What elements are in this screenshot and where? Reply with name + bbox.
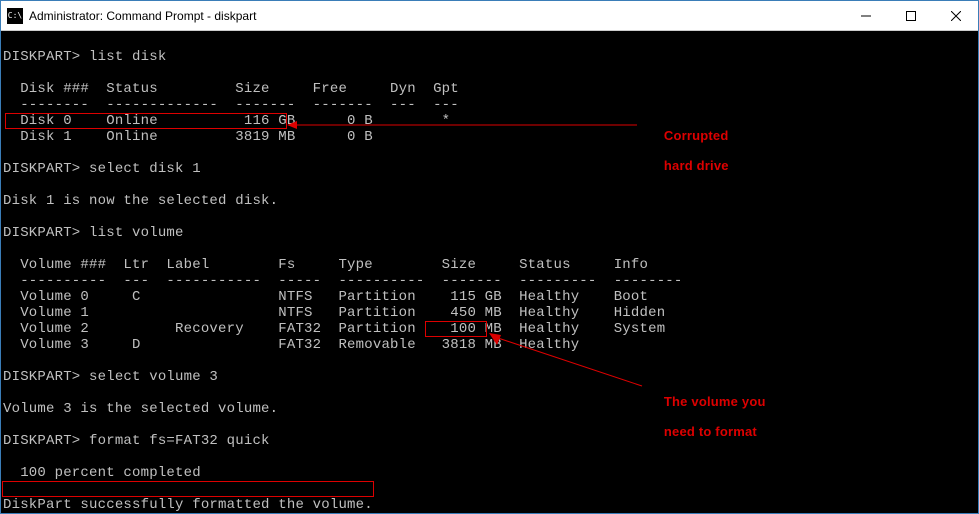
console-line: Disk 1 is now the selected disk.	[3, 193, 278, 209]
console-line: DISKPART> list disk	[3, 49, 166, 65]
annotation-text-line: hard drive	[664, 158, 729, 173]
console-line: ---------- --- ----------- ----- -------…	[3, 273, 683, 289]
console-line: Volume 2 Recovery FAT32 Partition 100 MB…	[3, 321, 665, 337]
close-icon	[951, 11, 961, 21]
console-line: DISKPART> select disk 1	[3, 161, 201, 177]
maximize-button[interactable]	[888, 1, 933, 30]
console-line: Volume ### Ltr Label Fs Type Size Status…	[3, 257, 648, 273]
console-line: Volume 3 D FAT32 Removable 3818 MB Healt…	[3, 337, 579, 353]
cmd-icon-label: C:\	[8, 11, 22, 20]
console-line: DISKPART> format fs=FAT32 quick	[3, 433, 270, 449]
console-line: DISKPART> list volume	[3, 225, 184, 241]
console-line: Disk 0 Online 116 GB 0 B *	[3, 113, 450, 129]
annotation-text-line: The volume you	[664, 394, 766, 409]
minimize-button[interactable]	[843, 1, 888, 30]
annotation-label-corrupted: Corrupted hard drive	[641, 113, 729, 188]
close-button[interactable]	[933, 1, 978, 30]
maximize-icon	[906, 11, 916, 21]
console-line: DISKPART> select volume 3	[3, 369, 218, 385]
window-frame: C:\ Administrator: Command Prompt - disk…	[0, 0, 979, 514]
console-line: Disk 1 Online 3819 MB 0 B	[3, 129, 373, 145]
cmd-icon: C:\	[7, 8, 23, 24]
titlebar: C:\ Administrator: Command Prompt - disk…	[1, 1, 978, 31]
console-line: Disk ### Status Size Free Dyn Gpt	[3, 81, 459, 97]
console-area[interactable]: DISKPART> list disk Disk ### Status Size…	[1, 31, 978, 513]
console-line: -------- ------------- ------- ------- -…	[3, 97, 459, 113]
console-line: Volume 0 C NTFS Partition 115 GB Healthy…	[3, 289, 648, 305]
annotation-text-line: need to format	[664, 424, 757, 439]
console-line: DiskPart successfully formatted the volu…	[3, 497, 373, 513]
console-line: 100 percent completed	[3, 465, 201, 481]
minimize-icon	[861, 11, 871, 21]
window-title: Administrator: Command Prompt - diskpart	[29, 9, 843, 23]
annotation-text-line: Corrupted	[664, 128, 729, 143]
annotation-box-success	[2, 481, 374, 497]
window-controls	[843, 1, 978, 30]
console-line: Volume 3 is the selected volume.	[3, 401, 278, 417]
console-line: Volume 1 NTFS Partition 450 MB Healthy H…	[3, 305, 665, 321]
annotation-label-volume: The volume you need to format	[641, 379, 766, 454]
